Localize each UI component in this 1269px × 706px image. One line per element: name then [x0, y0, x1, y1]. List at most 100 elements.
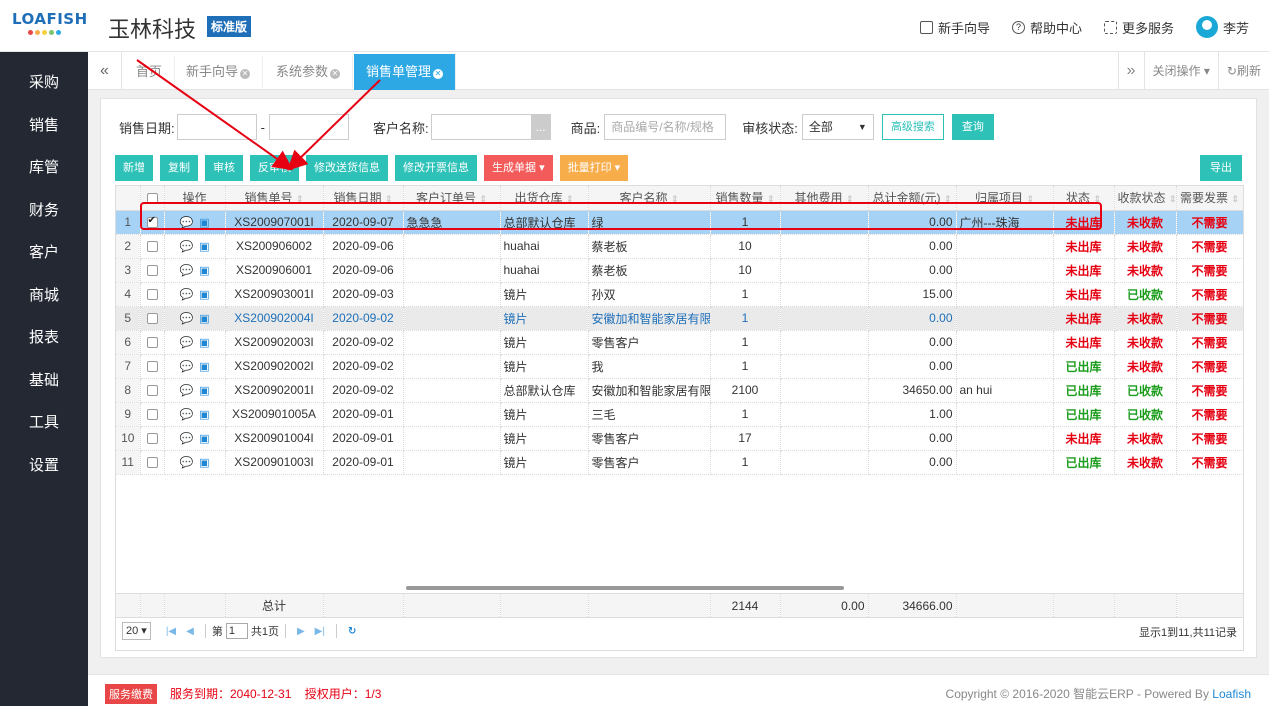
table-row[interactable]: 3 💬 ▣ XS200906001 2020-09-06 huahai 蔡老板 10 0.00 未… — [116, 258, 1243, 283]
row-select-cell[interactable] — [140, 330, 165, 355]
calendar-icon[interactable]: ▣ — [199, 456, 209, 469]
row-select-cell[interactable] — [140, 258, 165, 283]
sidebar-item-customer[interactable]: 客户 — [0, 232, 88, 275]
comment-icon[interactable]: 💬 — [179, 432, 193, 445]
column-header[interactable]: 收款状态 ⇕ — [1114, 186, 1177, 211]
export-button[interactable]: 导出 — [1200, 155, 1242, 181]
order-no[interactable]: XS200903001I — [225, 282, 324, 307]
horizontal-scrollbar[interactable] — [406, 586, 844, 590]
calendar-icon[interactable]: ▣ — [199, 408, 209, 421]
unaudit-button[interactable]: 反审核 — [250, 155, 299, 181]
calendar-icon[interactable]: ▣ — [199, 240, 209, 253]
first-page-icon[interactable]: |◀ — [166, 626, 176, 637]
customer-picker-button[interactable]: ... — [530, 114, 551, 140]
row-select-cell[interactable] — [140, 234, 165, 259]
service-fee-button[interactable]: 服务缴费 — [105, 684, 157, 704]
help-link[interactable]: ? 帮助中心 — [1011, 18, 1082, 37]
calendar-icon[interactable]: ▣ — [199, 432, 209, 445]
table-row[interactable]: 4 💬 ▣ XS200903001I 2020-09-03 镜片 孙双 1 15.00 未出库 已收… — [116, 282, 1243, 307]
tab-sales-orders[interactable]: 销售单管理 ✕ — [354, 54, 457, 90]
more-services-link[interactable]: 更多服务 — [1103, 18, 1174, 37]
order-no[interactable]: XS200901004I — [225, 426, 324, 451]
refresh-button[interactable]: ↻刷新 — [1217, 52, 1269, 90]
reload-icon[interactable]: ↻ — [348, 626, 356, 637]
next-page-icon[interactable]: ▶ — [297, 626, 305, 637]
guide-link[interactable]: 新手向导 — [919, 18, 990, 37]
table-row[interactable]: 7 💬 ▣ XS200902002I 2020-09-02 镜片我 1 0.00 已出库 未收款不… — [116, 354, 1243, 379]
date-end-input[interactable] — [268, 114, 349, 140]
column-header[interactable]: 需要发票 ⇕ — [1176, 186, 1243, 211]
goods-input[interactable]: 商品编号/名称/规格 — [604, 114, 727, 140]
table-row[interactable]: 6 💬 ▣ XS200902003I 2020-09-02 镜片 零售客户 1 0.00 未出库未… — [116, 330, 1243, 355]
close-icon[interactable]: ✕ — [330, 69, 341, 79]
audit-button[interactable]: 审核 — [205, 155, 243, 181]
comment-icon[interactable]: 💬 — [179, 312, 193, 325]
comment-icon[interactable]: 💬 — [179, 360, 193, 373]
customer-input[interactable] — [430, 114, 531, 140]
order-no[interactable]: XS200902001I — [225, 378, 324, 403]
row-select-cell[interactable] — [140, 378, 165, 403]
comment-icon[interactable]: 💬 — [179, 240, 193, 253]
brand-link[interactable]: Loafish — [1212, 687, 1251, 701]
edit-invoice-button[interactable]: 修改开票信息 — [395, 155, 477, 181]
calendar-icon[interactable]: ▣ — [199, 384, 209, 397]
close-icon[interactable]: ✕ — [240, 69, 251, 79]
calendar-icon[interactable]: ▣ — [199, 360, 209, 373]
edit-delivery-button[interactable]: 修改送货信息 — [306, 155, 388, 181]
table-row[interactable]: 8 💬 ▣ XS200902001I 2020-09-02 总部默认仓库 安徽加和智能家居有… — [116, 378, 1243, 403]
row-select-cell[interactable] — [140, 426, 165, 451]
table-row[interactable]: 5💬▣XS200902004I2020-09-02镜片安徽加和智能家居有限公10… — [116, 306, 1243, 331]
comment-icon[interactable]: 💬 — [179, 456, 193, 469]
advanced-search-button[interactable]: 高级搜索 — [881, 114, 944, 140]
row-checkbox[interactable] — [146, 457, 158, 469]
row-select-cell[interactable] — [140, 402, 165, 427]
row-checkbox[interactable] — [146, 265, 158, 277]
comment-icon[interactable]: 💬 — [179, 288, 193, 301]
last-page-icon[interactable]: ▶| — [315, 626, 325, 637]
date-start-input[interactable] — [176, 114, 257, 140]
order-no[interactable]: XS200906001 — [225, 258, 324, 283]
order-no[interactable]: XS200901003I — [225, 450, 324, 475]
sidebar-item-tools[interactable]: 工具 — [0, 402, 88, 445]
close-operations-button[interactable]: 关闭操作 ▾ — [1143, 52, 1218, 90]
order-no[interactable]: XS200902002I — [225, 354, 324, 379]
generate-document-button[interactable]: 生成单据 ▾ — [484, 155, 553, 181]
row-select-cell[interactable] — [140, 354, 165, 379]
table-row[interactable]: 2 💬 ▣ XS200906002 2020-09-06 huahai 蔡老板 10 0.00 未… — [116, 234, 1243, 259]
comment-icon[interactable]: 💬 — [179, 264, 193, 277]
sidebar-item-reports[interactable]: 报表 — [0, 317, 88, 360]
row-select-cell[interactable] — [140, 282, 165, 307]
close-icon[interactable]: ✕ — [433, 69, 444, 79]
sidebar-item-settings[interactable]: 设置 — [0, 445, 88, 488]
user-menu[interactable]: 李芳 — [1195, 16, 1249, 38]
tab-scroll-right-icon[interactable]: » — [1117, 52, 1144, 90]
page-number-input[interactable]: 1 — [225, 623, 248, 639]
page-size-select[interactable]: 20 ▾ — [122, 622, 151, 640]
sidebar-item-mall[interactable]: 商城 — [0, 275, 88, 318]
sidebar-item-finance[interactable]: 财务 — [0, 190, 88, 233]
row-checkbox[interactable] — [146, 433, 158, 445]
calendar-icon[interactable]: ▣ — [199, 312, 209, 325]
sidebar-item-inventory[interactable]: 库管 — [0, 147, 88, 190]
row-checkbox[interactable] — [146, 409, 158, 421]
tab-scroll-left-icon[interactable]: « — [88, 52, 122, 90]
comment-icon[interactable]: 💬 — [179, 408, 193, 421]
calendar-icon[interactable]: ▣ — [199, 264, 209, 277]
tab-system-params[interactable]: 系统参数 ✕ — [264, 56, 354, 88]
row-select-cell[interactable] — [140, 450, 165, 475]
order-no[interactable]: XS200902004I — [225, 306, 324, 331]
sidebar-item-purchase[interactable]: 采购 — [0, 62, 88, 105]
copy-button[interactable]: 复制 — [160, 155, 198, 181]
audit-status-select[interactable]: 全部 ▼ — [801, 114, 874, 140]
row-select-cell[interactable] — [140, 306, 165, 331]
row-checkbox[interactable] — [146, 313, 158, 325]
logo[interactable]: LOAFISH — [12, 10, 87, 42]
sidebar-item-sales[interactable]: 销售 — [0, 105, 88, 148]
comment-icon[interactable]: 💬 — [179, 384, 193, 397]
row-checkbox[interactable] — [146, 241, 158, 253]
prev-page-icon[interactable]: ◀ — [186, 626, 194, 637]
order-no[interactable]: XS200902003I — [225, 330, 324, 355]
row-checkbox[interactable] — [146, 361, 158, 373]
comment-icon[interactable]: 💬 — [179, 336, 193, 349]
table-row[interactable]: 10 💬 ▣ XS200901004I 2020-09-01 镜片 零售客户 17 0.00 未出… — [116, 426, 1243, 451]
